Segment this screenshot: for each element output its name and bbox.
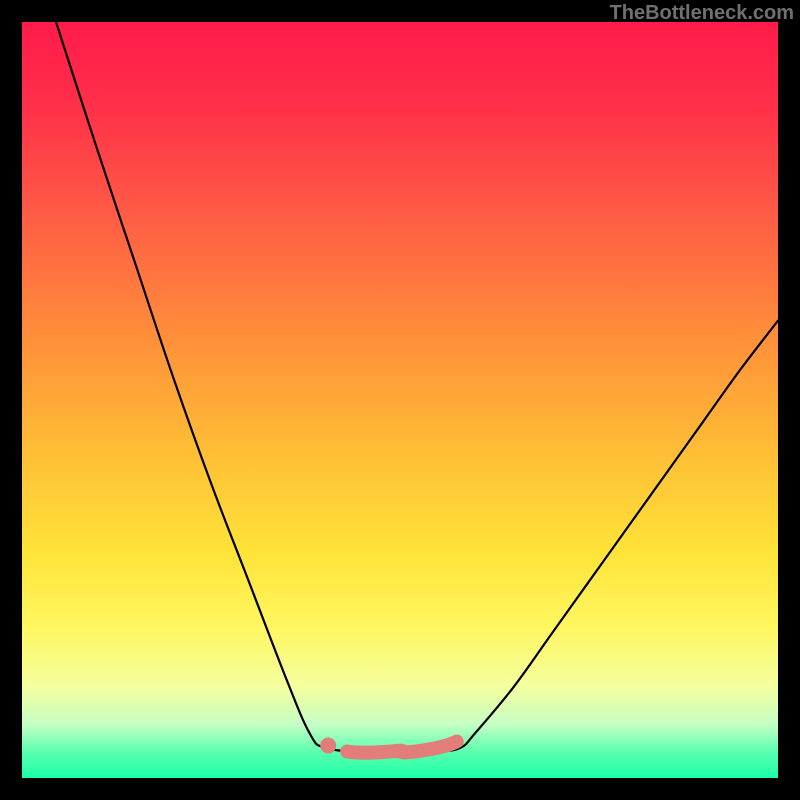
plot-area [22, 22, 778, 778]
curve-path [56, 22, 778, 752]
bottleneck-curve [22, 22, 778, 778]
chart-frame [22, 22, 778, 778]
basin-highlight [347, 742, 457, 753]
basin-left-dot [320, 738, 336, 754]
watermark-label: TheBottleneck.com [610, 2, 794, 25]
